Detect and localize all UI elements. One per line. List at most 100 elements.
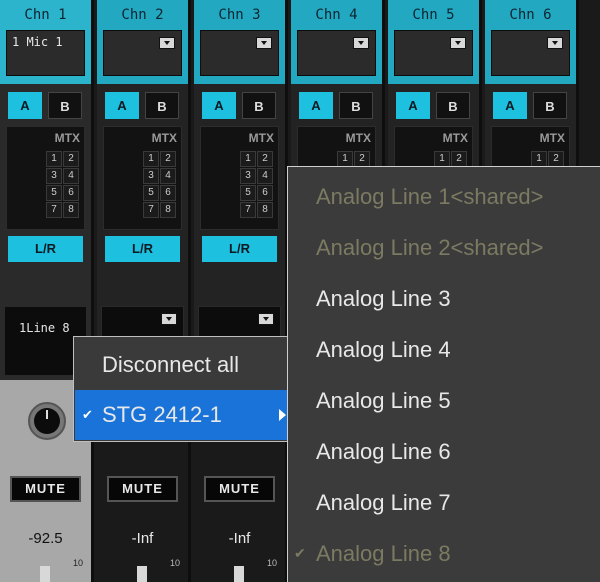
mtx-button[interactable]: 1 (531, 151, 547, 167)
channel-header[interactable]: Chn 5 (388, 0, 479, 84)
mtx-grid: 12345678 (240, 151, 274, 219)
mtx-button[interactable]: 3 (143, 168, 159, 184)
mtx-button[interactable]: 5 (240, 185, 256, 201)
mtx-grid: 12345678 (46, 151, 80, 219)
mtx-button[interactable]: 1 (434, 151, 450, 167)
submenu-item-label: Analog Line 4 (316, 337, 451, 362)
scale-label: 10 (266, 558, 277, 568)
mtx-button[interactable]: 8 (63, 202, 79, 218)
channel-name: Chn 2 (121, 7, 164, 23)
bus-a-button[interactable]: A (299, 92, 333, 119)
input-source-select[interactable] (394, 30, 473, 76)
submenu-item-label: Analog Line 7 (316, 490, 451, 515)
bus-b-button[interactable]: B (339, 92, 373, 119)
mtx-button[interactable]: 8 (257, 202, 273, 218)
mute-button[interactable]: MUTE (204, 476, 275, 502)
channel-header[interactable]: Chn 6 (485, 0, 576, 84)
fader-cap[interactable] (234, 566, 244, 582)
scale-label: 10 (169, 558, 180, 568)
mtx-button[interactable]: 4 (63, 168, 79, 184)
dropdown-arrow-icon[interactable] (450, 37, 466, 49)
menu-item-disconnect-all[interactable]: Disconnect all (75, 340, 292, 390)
channel-name: Chn 1 (24, 7, 67, 23)
submenu-item-label: Analog Line 3 (316, 286, 451, 311)
mtx-button[interactable]: 1 (337, 151, 353, 167)
channel-name: Chn 5 (412, 7, 455, 23)
mtx-label: MTX (442, 131, 468, 145)
submenu-item[interactable]: Analog Line 6 (288, 426, 600, 477)
mtx-button[interactable]: 7 (240, 202, 256, 218)
submenu-item-label: Analog Line 2<shared> (316, 235, 544, 260)
input-source-select[interactable] (297, 30, 376, 76)
lr-button[interactable]: L/R (202, 236, 277, 262)
mtx-button[interactable]: 8 (160, 202, 176, 218)
mtx-button[interactable]: 2 (160, 151, 176, 167)
lr-button[interactable]: L/R (8, 236, 83, 262)
submenu-item-label: Analog Line 5 (316, 388, 451, 413)
mute-button[interactable]: MUTE (107, 476, 178, 502)
dropdown-arrow-icon[interactable] (547, 37, 563, 49)
channel-header[interactable]: Chn 2 (97, 0, 188, 84)
bus-b-button[interactable]: B (242, 92, 276, 119)
input-source-select[interactable] (103, 30, 182, 76)
mtx-button[interactable]: 1 (240, 151, 256, 167)
channel-name: Chn 4 (315, 7, 358, 23)
submenu-item: ✔ Analog Line 8 (288, 528, 600, 579)
submenu-item[interactable]: Analog Line 4 (288, 324, 600, 375)
mtx-button[interactable]: 2 (257, 151, 273, 167)
bus-a-button[interactable]: A (105, 92, 139, 119)
channel-header[interactable]: Chn 3 (194, 0, 285, 84)
mtx-button[interactable]: 4 (160, 168, 176, 184)
bus-a-button[interactable]: A (396, 92, 430, 119)
lr-button[interactable]: L/R (105, 236, 180, 262)
mtx-button[interactable]: 2 (451, 151, 467, 167)
check-icon: ✔ (82, 407, 93, 422)
mtx-button[interactable]: 2 (63, 151, 79, 167)
bus-b-button[interactable]: B (145, 92, 179, 119)
fader-cap[interactable] (137, 566, 147, 582)
knob-cap (34, 408, 60, 434)
dropdown-arrow-icon[interactable] (159, 37, 175, 49)
mtx-button[interactable]: 4 (257, 168, 273, 184)
dropdown-arrow-icon[interactable] (353, 37, 369, 49)
bus-a-button[interactable]: A (493, 92, 527, 119)
channel-header[interactable]: Chn 1 1 Mic 1 (0, 0, 91, 84)
submenu-item[interactable]: Analog Line 5 (288, 375, 600, 426)
input-source-select[interactable]: 1 Mic 1 (6, 30, 85, 76)
bus-b-button[interactable]: B (436, 92, 470, 119)
input-source-select[interactable] (200, 30, 279, 76)
channel-header[interactable]: Chn 4 (291, 0, 382, 84)
mtx-button[interactable]: 5 (46, 185, 62, 201)
mtx-button[interactable]: 2 (354, 151, 370, 167)
mute-button[interactable]: MUTE (10, 476, 81, 502)
mtx-button[interactable]: 6 (63, 185, 79, 201)
mtx-button[interactable]: 5 (143, 185, 159, 201)
submenu-analog-lines: Analog Line 1<shared> Analog Line 2<share… (287, 166, 600, 582)
submenu-item: Analog Line 2<shared> (288, 222, 600, 273)
dropdown-arrow-icon[interactable] (258, 313, 274, 325)
mtx-button[interactable]: 1 (46, 151, 62, 167)
mtx-button[interactable]: 3 (46, 168, 62, 184)
input-source-select[interactable] (491, 30, 570, 76)
bus-a-button[interactable]: A (8, 92, 42, 119)
submenu-item-label: Analog Line 1<shared> (316, 184, 544, 209)
gain-knob[interactable] (28, 402, 66, 440)
bus-a-button[interactable]: A (202, 92, 236, 119)
mtx-button[interactable]: 6 (160, 185, 176, 201)
mtx-button[interactable]: 1 (143, 151, 159, 167)
dropdown-arrow-icon[interactable] (256, 37, 272, 49)
mtx-button[interactable]: 3 (240, 168, 256, 184)
mtx-button[interactable]: 7 (143, 202, 159, 218)
mtx-label: MTX (345, 131, 371, 145)
mtx-button[interactable]: 2 (548, 151, 564, 167)
bus-b-button[interactable]: B (533, 92, 567, 119)
dropdown-arrow-icon[interactable] (161, 313, 177, 325)
bus-b-button[interactable]: B (48, 92, 82, 119)
menu-item-stg-2412-1[interactable]: ✔ STG 2412-1 (75, 390, 292, 440)
mtx-button[interactable]: 6 (257, 185, 273, 201)
mtx-button[interactable]: 7 (46, 202, 62, 218)
submenu-item[interactable]: Analog Line 7 (288, 477, 600, 528)
fader-cap[interactable] (40, 566, 50, 582)
submenu-item[interactable]: Analog Line 3 (288, 273, 600, 324)
submenu-item-label: Analog Line 6 (316, 439, 451, 464)
